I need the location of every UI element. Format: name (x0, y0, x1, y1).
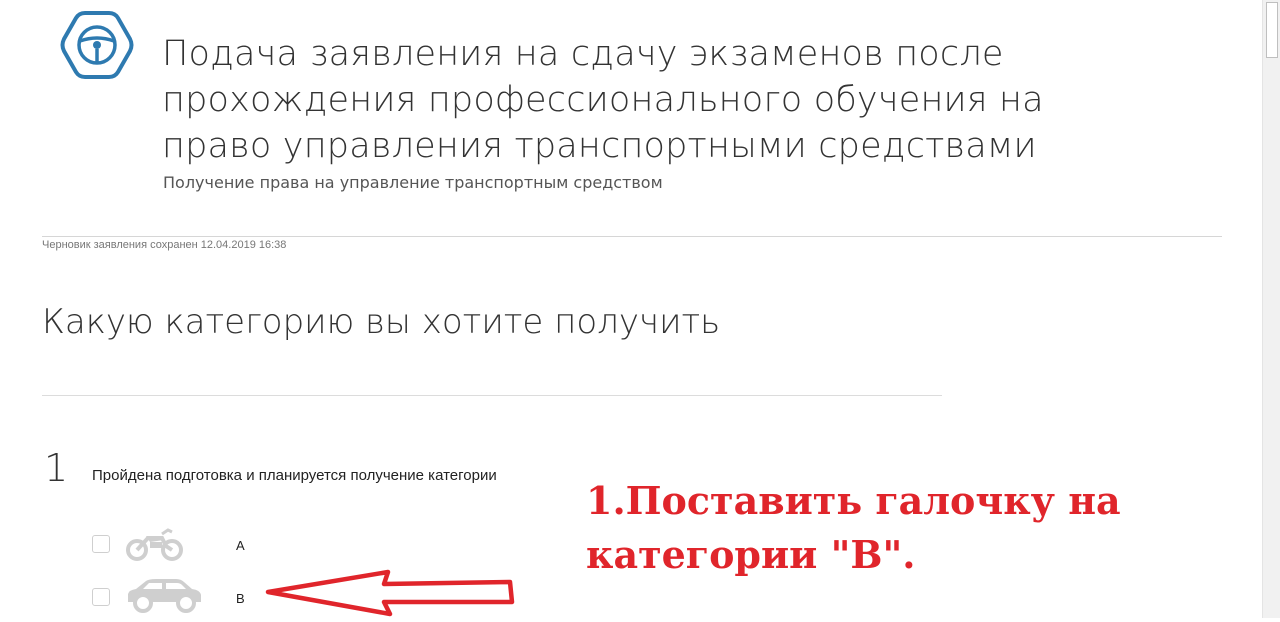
page-title: Подача заявления на сдачу экзаменов посл… (162, 34, 1044, 166)
red-arrow-icon (262, 566, 516, 622)
step-number: 1 (44, 446, 69, 490)
motorcycle-icon (126, 526, 184, 566)
category-a-label: A (236, 538, 245, 553)
logo (60, 10, 134, 86)
category-b-checkbox[interactable] (92, 588, 110, 606)
question-heading: Какую категорию вы хотите получить (42, 302, 721, 342)
car-icon (124, 576, 204, 618)
draft-status: Черновик заявления сохранен 12.04.2019 1… (42, 239, 287, 251)
step-text: Пройдена подготовка и планируется получе… (92, 467, 497, 484)
scrollbar-thumb[interactable] (1266, 2, 1278, 58)
scrollbar[interactable] (1262, 0, 1280, 618)
steering-wheel-icon (60, 11, 134, 79)
page-subtitle: Получение права на управление транспортн… (163, 173, 663, 192)
category-b-label: B (236, 591, 245, 606)
instruction-annotation: 1.Поставить галочку на категории "B". (586, 478, 1121, 577)
category-a-checkbox[interactable] (92, 535, 110, 553)
header-divider (42, 236, 1222, 237)
section-divider (42, 395, 942, 396)
